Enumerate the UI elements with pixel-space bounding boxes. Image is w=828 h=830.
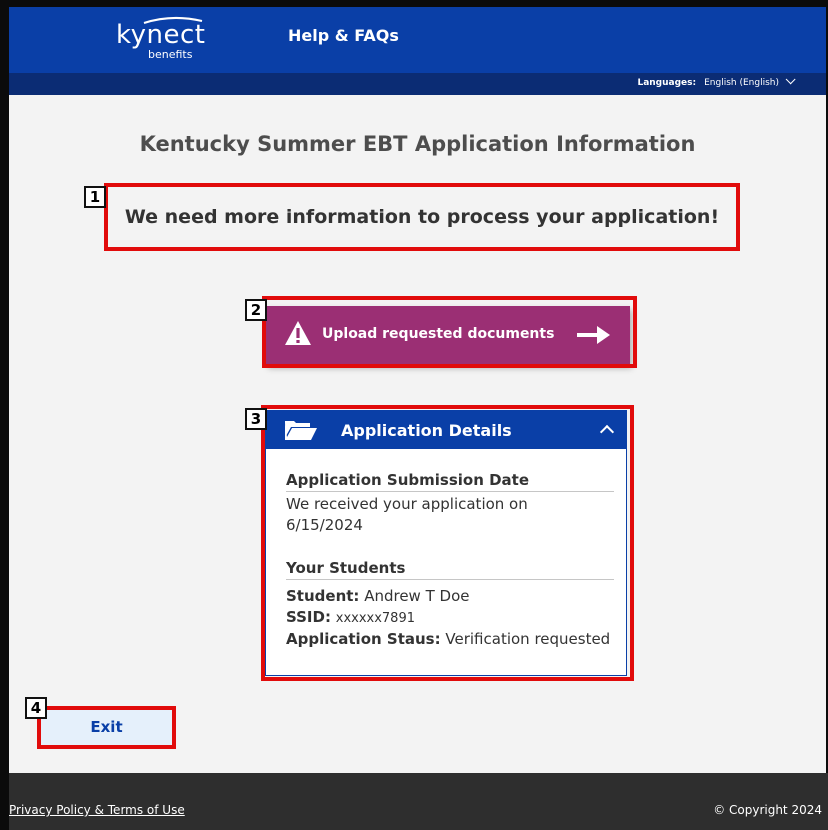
kynect-logo[interactable]: kynect benefits	[116, 20, 206, 61]
privacy-policy-link[interactable]: Privacy Policy & Terms of Use	[9, 803, 185, 817]
language-selector[interactable]: Languages: English (English)	[637, 74, 796, 88]
language-value: English (English)	[704, 78, 779, 88]
page-title: Kentucky Summer EBT Application Informat…	[139, 132, 696, 156]
info-message: We need more information to process your…	[124, 206, 720, 228]
logo-swoosh-icon	[143, 17, 203, 24]
callout-box-4	[37, 706, 176, 749]
callout-box-2	[262, 296, 637, 368]
callout-number-4: 4	[25, 697, 47, 719]
footer: Privacy Policy & Terms of Use © Copyrigh…	[9, 773, 828, 830]
languages-label: Languages:	[637, 78, 697, 88]
copyright-text: © Copyright 2024	[713, 803, 822, 817]
callout-number-1: 1	[84, 186, 106, 208]
callout-number-2: 2	[245, 299, 267, 321]
callout-number-3: 3	[245, 408, 267, 430]
callout-box-3	[261, 405, 634, 681]
help-faqs-link[interactable]: Help & FAQs	[288, 26, 399, 45]
logo-subtext: benefits	[148, 48, 193, 61]
callout-box-1: We need more information to process your…	[104, 183, 740, 251]
logo-text: kynect	[116, 20, 206, 50]
